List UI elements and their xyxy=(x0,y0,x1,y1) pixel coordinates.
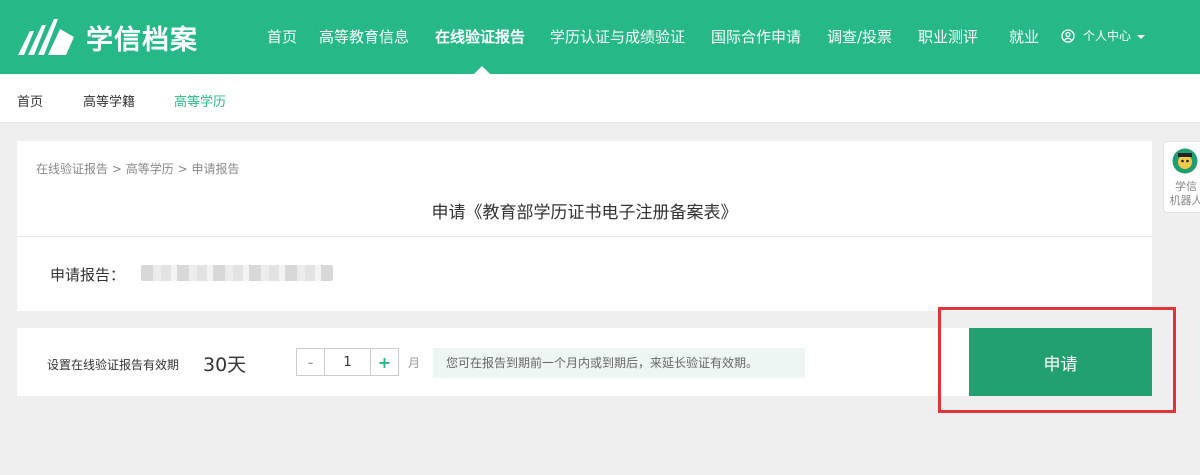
nav-international-cooperation[interactable]: 国际合作申请 xyxy=(711,26,801,47)
validity-stepper: - + xyxy=(296,348,399,376)
decrement-button[interactable]: - xyxy=(297,349,325,375)
redacted-report-name xyxy=(141,265,333,281)
validity-value: 30天 xyxy=(203,354,247,376)
logo[interactable]: 学信档案 xyxy=(16,17,198,57)
validity-hint: 您可在报告到期前一个月内或到期后，来延长验证有效期。 xyxy=(433,348,805,378)
top-header: 学信档案 首页 高等教育信息 在线验证报告 学历认证与成绩验证 国际合作申请 调… xyxy=(0,0,1200,74)
logo-icon xyxy=(18,19,74,55)
chevron-down-icon xyxy=(1137,34,1146,39)
sub-nav: 首页 高等学籍 高等学历 xyxy=(0,74,1200,123)
nav-survey-vote[interactable]: 调查/投票 xyxy=(827,26,892,47)
nav-online-verification-report[interactable]: 在线验证报告 xyxy=(435,26,525,47)
breadcrumb-online-verification[interactable]: 在线验证报告 xyxy=(36,162,108,176)
active-nav-indicator xyxy=(474,66,490,74)
robot-label-line1: 学信 xyxy=(1175,180,1197,193)
nav-degree-certification[interactable]: 学历认证与成绩验证 xyxy=(550,26,685,47)
subnav-home[interactable]: 首页 xyxy=(17,91,43,110)
page-title: 申请《教育部学历证书电子注册备案表》 xyxy=(431,203,738,223)
month-count-input[interactable] xyxy=(325,349,370,375)
increment-button[interactable]: + xyxy=(370,349,398,375)
logo-text: 学信档案 xyxy=(86,24,198,56)
user-center-label: 个人中心 xyxy=(1083,29,1132,43)
breadcrumb-separator: > xyxy=(111,162,122,176)
validity-card: 设置在线验证报告有效期 30天 - + 月 您可在报告到期前一个月内或到期后，来… xyxy=(17,328,1152,396)
user-center-menu[interactable]: 个人中心 xyxy=(1061,27,1146,44)
breadcrumb-degree[interactable]: 高等学历 xyxy=(126,162,174,176)
breadcrumb: 在线验证报告 > 高等学历 > 申请报告 xyxy=(36,160,239,177)
breadcrumb-separator: > xyxy=(177,162,188,176)
subnav-degree[interactable]: 高等学历 xyxy=(174,91,226,110)
robot-assistant[interactable]: 学信 机器人 xyxy=(1163,141,1200,213)
nav-employment[interactable]: 就业 xyxy=(1009,26,1039,47)
report-label: 申请报告： xyxy=(50,266,126,284)
robot-label: 学信 机器人 xyxy=(1166,180,1200,208)
user-icon xyxy=(1061,28,1075,43)
subnav-enrollment[interactable]: 高等学籍 xyxy=(83,91,135,110)
robot-avatar-icon xyxy=(1172,148,1198,174)
report-info-card: 在线验证报告 > 高等学历 > 申请报告 申请《教育部学历证书电子注册备案表》 … xyxy=(17,141,1152,311)
robot-label-line2: 机器人 xyxy=(1169,194,1200,207)
validity-label: 设置在线验证报告有效期 xyxy=(47,358,180,372)
nav-higher-education-info[interactable]: 高等教育信息 xyxy=(319,26,409,47)
divider xyxy=(17,236,1152,237)
apply-button[interactable]: 申请 xyxy=(969,328,1152,396)
nav-home[interactable]: 首页 xyxy=(267,26,297,47)
month-unit-label: 月 xyxy=(408,356,421,370)
breadcrumb-current: 申请报告 xyxy=(191,162,240,176)
nav-career-assessment[interactable]: 职业测评 xyxy=(918,26,978,47)
